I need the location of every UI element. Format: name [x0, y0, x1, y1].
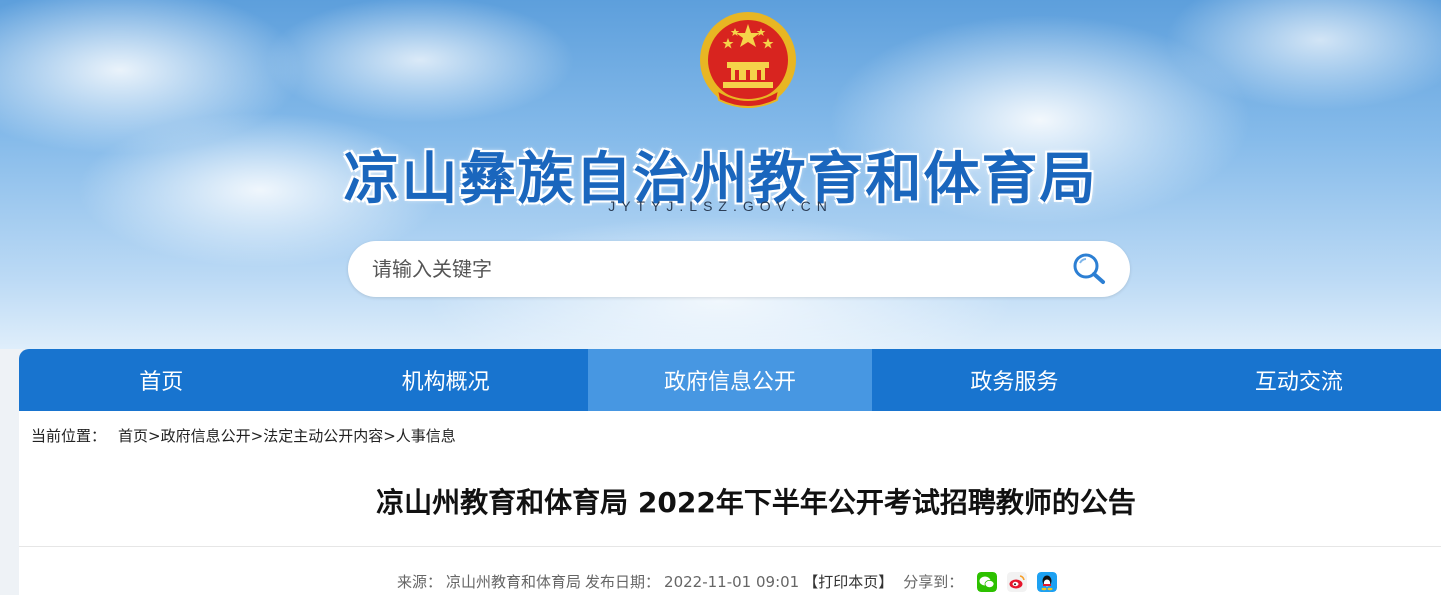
- breadcrumb-separator: >: [250, 427, 264, 445]
- breadcrumb-separator: >: [383, 427, 396, 445]
- breadcrumb-separator: >: [148, 427, 161, 445]
- print-button[interactable]: 【打印本页】: [803, 571, 893, 592]
- breadcrumb-home[interactable]: 首页: [118, 425, 148, 446]
- weibo-icon[interactable]: [1007, 571, 1028, 592]
- share-label: 分享到：: [903, 573, 964, 591]
- qq-icon[interactable]: [1037, 571, 1058, 592]
- nav-item-organization[interactable]: 机构概况: [303, 349, 587, 411]
- search-input[interactable]: [372, 241, 1052, 297]
- date-value: 2022-11-01 09:01: [664, 572, 800, 591]
- national-emblem-icon: [700, 12, 796, 108]
- wechat-icon[interactable]: [977, 571, 998, 592]
- breadcrumb-personnel-info[interactable]: 人事信息: [396, 425, 456, 446]
- source-label: 来源：: [397, 573, 443, 591]
- main-nav: 首页 机构概况 政府信息公开 政务服务 互动交流: [19, 349, 1441, 411]
- breadcrumb: 当前位置： 首页 > 政府信息公开 > 法定主动公开内容 > 人事信息: [31, 425, 456, 446]
- nav-item-interaction[interactable]: 互动交流: [1157, 349, 1441, 411]
- breadcrumb-statutory-content[interactable]: 法定主动公开内容: [263, 425, 383, 446]
- search-icon[interactable]: [1070, 251, 1110, 287]
- article-title: 凉山州教育和体育局 2022年下半年公开考试招聘教师的公告: [376, 486, 1136, 519]
- nav-item-gov-services[interactable]: 政务服务: [872, 349, 1156, 411]
- nav-item-gov-info[interactable]: 政府信息公开: [587, 349, 873, 411]
- article-meta: 来源： 凉山州教育和体育局 发布日期： 2022-11-01 09:01 【打印…: [397, 571, 1058, 592]
- divider: [19, 546, 1441, 547]
- site-domain: JYTYJ.LSZ.GOV.CN: [608, 198, 833, 214]
- content-panel: 当前位置： 首页 > 政府信息公开 > 法定主动公开内容 > 人事信息 凉山州教…: [19, 411, 1441, 595]
- nav-item-home[interactable]: 首页: [19, 349, 303, 411]
- breadcrumb-gov-info[interactable]: 政府信息公开: [161, 425, 251, 446]
- search-bar: [348, 241, 1130, 297]
- source-value: 凉山州教育和体育局: [446, 573, 582, 591]
- breadcrumb-label: 当前位置：: [31, 427, 107, 445]
- date-label: 发布日期：: [585, 573, 661, 591]
